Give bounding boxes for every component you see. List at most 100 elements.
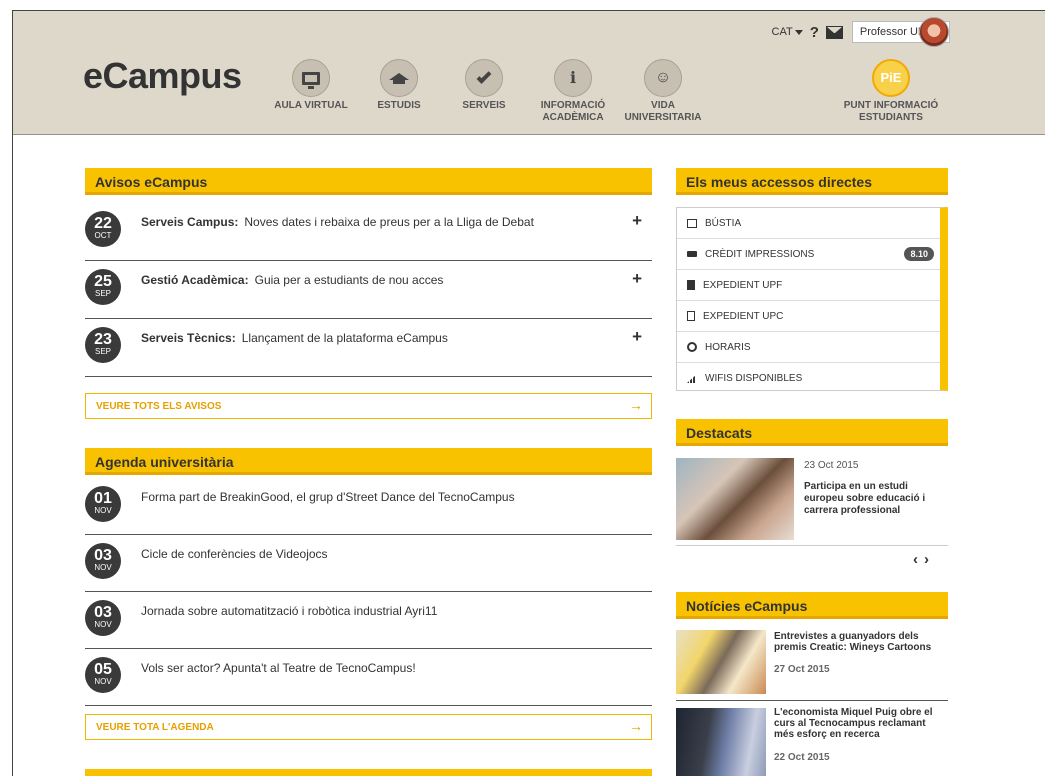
nav-label-line2: ACADÈMICA bbox=[542, 112, 604, 123]
shortcut-credit-impressions[interactable]: CRÈDIT IMPRESSIONS 8.10 bbox=[677, 239, 940, 270]
aviso-title: Noves dates i rebaixa de preus per a la … bbox=[244, 215, 534, 229]
news-date: 27 Oct 2015 bbox=[774, 664, 830, 675]
nav-label: SERVEIS bbox=[462, 100, 506, 111]
featured-headline[interactable]: Participa en un estudi europeu sobre edu… bbox=[804, 481, 944, 517]
nav-label: AULA VIRTUAL bbox=[274, 100, 348, 111]
date-badge: 05 NOV bbox=[85, 657, 121, 693]
date-badge: 01 NOV bbox=[85, 486, 121, 522]
person-icon: ☺ bbox=[644, 59, 682, 97]
list-item[interactable]: 23 SEP Serveis Tècnics: Llançament de la … bbox=[85, 319, 652, 377]
file-outline-icon bbox=[687, 311, 695, 321]
nav-informacio-academica[interactable]: i INFORMACIÓ ACADÈMICA bbox=[533, 59, 613, 124]
nav-estudis[interactable]: ESTUDIS bbox=[369, 59, 429, 112]
news-headline[interactable]: Entrevistes a guanyadors dels premis Cre… bbox=[774, 631, 946, 653]
see-all-label: VEURE TOTA L'AGENDA bbox=[96, 722, 214, 733]
agenda-title: Cicle de conferències de Videojocs bbox=[141, 547, 328, 561]
nav-label-line2: UNIVERSITARIA bbox=[624, 112, 702, 123]
list-item[interactable]: 01 NOV Forma part de BreakinGood, el gru… bbox=[85, 478, 652, 535]
arrow-right-icon: → bbox=[629, 718, 643, 734]
carousel-nav: ‹› bbox=[913, 551, 935, 568]
site-logo[interactable]: eCampus bbox=[83, 55, 242, 97]
avatar[interactable] bbox=[919, 17, 949, 47]
nav-label: ESTUDIS bbox=[377, 100, 421, 111]
language-selector[interactable]: CAT bbox=[772, 26, 803, 38]
news-image[interactable] bbox=[676, 708, 766, 776]
nav-label-line1: PUNT INFORMACIÓ bbox=[843, 100, 939, 111]
printer-icon bbox=[687, 251, 697, 257]
featured-image[interactable] bbox=[676, 458, 794, 540]
nav-label-line1: VIDA bbox=[651, 100, 675, 111]
date-badge: 22 OCT bbox=[85, 211, 121, 247]
shortcut-bustia[interactable]: BÚSTIA bbox=[677, 208, 940, 239]
arrow-right-icon: → bbox=[629, 397, 643, 413]
divider bbox=[676, 700, 948, 701]
expand-plus-icon[interactable]: + bbox=[632, 269, 642, 289]
shortcut-label: WIFIS DISPONIBLES bbox=[705, 373, 803, 384]
news-headline[interactable]: L'economista Miquel Puig obre el curs al… bbox=[774, 707, 946, 740]
agenda-title: Jornada sobre automatització i robòtica … bbox=[141, 604, 438, 618]
file-icon bbox=[687, 280, 695, 290]
shortcut-expedient-upf[interactable]: EXPEDIENT UPF bbox=[677, 270, 940, 301]
list-item[interactable]: 03 NOV Cicle de conferències de Videojoc… bbox=[85, 535, 652, 592]
monitor-icon bbox=[292, 59, 330, 97]
list-item[interactable]: 05 NOV Vols ser actor? Apunta't al Teatr… bbox=[85, 649, 652, 706]
list-item[interactable]: 03 NOV Jornada sobre automatització i ro… bbox=[85, 592, 652, 649]
date-badge: 03 NOV bbox=[85, 543, 121, 579]
news-date: 22 Oct 2015 bbox=[774, 752, 830, 763]
expand-plus-icon[interactable]: + bbox=[632, 327, 642, 347]
pie-icon: PiE bbox=[872, 59, 910, 97]
see-all-label: VEURE TOTS ELS AVISOS bbox=[96, 401, 222, 412]
date-month: SEP bbox=[94, 347, 111, 356]
shortcut-label: BÚSTIA bbox=[705, 217, 742, 229]
aviso-text: Serveis Tècnics: Llançament de la platafo… bbox=[141, 331, 448, 345]
date-month: NOV bbox=[94, 563, 112, 572]
see-all-agenda-link[interactable]: VEURE TOTA L'AGENDA → bbox=[85, 714, 652, 740]
date-month: NOV bbox=[94, 620, 112, 629]
date-badge: 25 SEP bbox=[85, 269, 121, 305]
see-all-avisos-link[interactable]: VEURE TOTS ELS AVISOS → bbox=[85, 393, 652, 419]
shortcut-wifis[interactable]: WIFIS DISPONIBLES bbox=[677, 363, 940, 394]
date-day: 05 bbox=[94, 661, 112, 678]
date-day: 23 bbox=[94, 331, 112, 348]
agenda-title: Vols ser actor? Apunta't al Teatre de Te… bbox=[141, 661, 416, 675]
aviso-text: Serveis Campus: Noves dates i rebaixa de … bbox=[141, 215, 534, 229]
nav-vida-universitaria[interactable]: ☺ VIDA UNIVERSITARIA bbox=[618, 59, 708, 124]
divider bbox=[676, 545, 948, 546]
info-icon: i bbox=[554, 59, 592, 97]
mail-icon[interactable] bbox=[825, 25, 843, 39]
chevron-right-icon[interactable]: › bbox=[924, 551, 935, 568]
aviso-title: Guia per a estudiants de nou acces bbox=[254, 273, 444, 287]
signal-bars-icon bbox=[687, 374, 697, 383]
list-item[interactable]: 25 SEP Gestió Acadèmica: Guia per a estud… bbox=[85, 261, 652, 319]
browser-viewport: CAT ? Professor UPF eCampus AULA VIRTUAL… bbox=[12, 10, 1045, 776]
shortcut-label: CRÈDIT IMPRESSIONS bbox=[705, 248, 815, 260]
chevron-left-icon[interactable]: ‹ bbox=[913, 551, 924, 568]
aviso-category: Serveis Campus: bbox=[141, 215, 239, 229]
news-image[interactable] bbox=[676, 630, 766, 694]
date-day: 01 bbox=[94, 490, 112, 507]
graduation-cap-icon bbox=[380, 59, 418, 97]
date-month: OCT bbox=[94, 231, 112, 240]
aviso-category: Serveis Tècnics: bbox=[141, 331, 236, 345]
expand-plus-icon[interactable]: + bbox=[632, 211, 642, 231]
credit-badge: 8.10 bbox=[904, 247, 934, 261]
agenda-title: Forma part de BreakinGood, el grup d'Str… bbox=[141, 490, 515, 504]
clock-icon bbox=[687, 342, 697, 352]
noticies-section-title: Notícies eCampus bbox=[676, 592, 948, 619]
shortcut-label: EXPEDIENT UPF bbox=[703, 279, 783, 291]
aviso-title: Llançament de la plataforma eCampus bbox=[241, 331, 448, 345]
nav-serveis[interactable]: SERVEIS bbox=[454, 59, 514, 112]
agenda-section-title: Agenda universitària bbox=[85, 448, 652, 475]
date-day: 22 bbox=[94, 215, 112, 232]
nav-punt-informacio-estudiants[interactable]: PiE PUNT INFORMACIÓ ESTUDIANTS bbox=[831, 59, 951, 124]
shortcut-expedient-upc[interactable]: EXPEDIENT UPC bbox=[677, 301, 940, 332]
date-month: NOV bbox=[94, 677, 112, 686]
nav-aula-virtual[interactable]: AULA VIRTUAL bbox=[271, 59, 351, 112]
shortcut-horaris[interactable]: HORARIS bbox=[677, 332, 940, 363]
date-day: 25 bbox=[94, 273, 112, 290]
list-item[interactable]: 22 OCT Serveis Campus: Noves dates i reba… bbox=[85, 203, 652, 261]
site-header: CAT ? Professor UPF eCampus AULA VIRTUAL… bbox=[13, 11, 1045, 135]
next-section-title bbox=[85, 769, 652, 776]
language-label: CAT bbox=[771, 26, 793, 38]
help-icon[interactable]: ? bbox=[810, 24, 819, 41]
